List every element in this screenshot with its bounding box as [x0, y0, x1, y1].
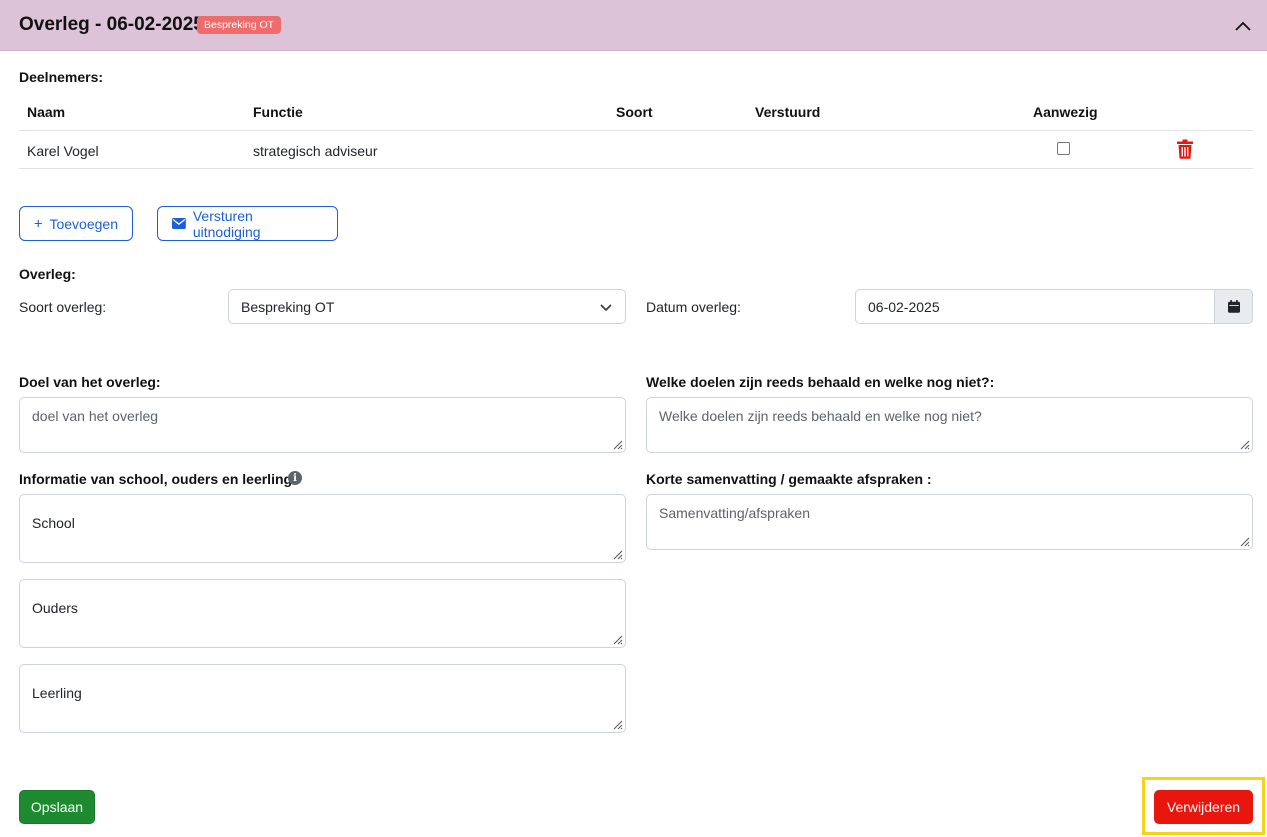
column-header-functie: Functie	[253, 104, 303, 120]
meeting-date-input[interactable]: 06-02-2025	[855, 289, 1215, 324]
save-button[interactable]: Opslaan	[19, 790, 95, 824]
send-invitation-label: Versturen uitnodiging	[192, 207, 261, 240]
resize-grip-icon[interactable]	[611, 548, 623, 560]
add-participant-button[interactable]: Toevoegen	[19, 206, 133, 241]
column-header-verstuurd: Verstuurd	[755, 104, 821, 120]
column-header-aanwezig: Aanwezig	[1033, 104, 1098, 120]
table-bottom-divider	[19, 168, 1253, 169]
goal-textarea[interactable]: doel van het overleg	[19, 397, 626, 453]
resize-grip-icon[interactable]	[611, 438, 623, 450]
resize-grip-icon[interactable]	[611, 633, 623, 645]
participants-label: Deelnemers:	[19, 69, 104, 85]
goals-achieved-placeholder: Welke doelen zijn reeds behaald en welke…	[659, 408, 982, 424]
parents-textarea[interactable]: Ouders	[19, 579, 626, 648]
table-header-divider	[19, 130, 1253, 131]
school-placeholder: School	[32, 515, 75, 531]
meeting-date-label: Datum overleg:	[646, 299, 741, 315]
delete-button[interactable]: Verwijderen	[1154, 790, 1253, 824]
meeting-label: Overleg:	[19, 266, 76, 282]
calendar-icon	[1227, 300, 1240, 313]
meeting-type-value: Bespreking OT	[241, 298, 335, 315]
chevron-up-icon[interactable]	[1232, 15, 1254, 37]
meeting-date-value: 06-02-2025	[868, 298, 940, 315]
add-participant-label: Toevoegen	[49, 215, 118, 232]
meeting-type-label: Soort overleg:	[19, 299, 107, 315]
plus-icon	[34, 219, 42, 228]
date-picker-button[interactable]	[1214, 289, 1253, 324]
info-icon[interactable]: i	[288, 471, 302, 485]
chevron-down-icon	[600, 304, 612, 312]
resize-grip-icon[interactable]	[1238, 535, 1250, 547]
card-header[interactable]: Overleg - 06-02-2025 Bespreking OT	[0, 0, 1267, 51]
goals-achieved-label: Welke doelen zijn reeds behaald en welke…	[646, 374, 995, 390]
school-textarea[interactable]: School	[19, 494, 626, 563]
page-title: Overleg - 06-02-2025	[19, 14, 204, 35]
column-header-naam: Naam	[27, 104, 66, 120]
summary-placeholder: Samenvatting/afspraken	[659, 505, 810, 521]
send-invitation-button[interactable]: Versturen uitnodiging	[157, 206, 338, 241]
summary-textarea[interactable]: Samenvatting/afspraken	[646, 494, 1253, 550]
student-textarea[interactable]: Leerling	[19, 664, 626, 733]
trash-icon[interactable]	[1176, 139, 1194, 159]
goals-achieved-textarea[interactable]: Welke doelen zijn reeds behaald en welke…	[646, 397, 1253, 453]
status-badge: Bespreking OT	[197, 16, 282, 34]
goal-placeholder: doel van het overleg	[32, 408, 159, 424]
info-label: Informatie van school, ouders en leerlin…	[19, 471, 293, 487]
student-placeholder: Leerling	[32, 685, 82, 701]
summary-label: Korte samenvatting / gemaakte afspraken …	[646, 471, 932, 487]
parents-placeholder: Ouders	[32, 600, 78, 616]
column-header-soort: Soort	[616, 104, 653, 120]
present-checkbox[interactable]	[1057, 142, 1070, 155]
resize-grip-icon[interactable]	[611, 718, 623, 730]
resize-grip-icon[interactable]	[1238, 438, 1250, 450]
participant-name: Karel Vogel	[27, 143, 99, 159]
goal-label: Doel van het overleg:	[19, 374, 161, 390]
envelope-icon	[172, 218, 186, 229]
participant-function: strategisch adviseur	[253, 143, 378, 159]
meeting-type-select[interactable]: Bespreking OT	[228, 289, 626, 324]
